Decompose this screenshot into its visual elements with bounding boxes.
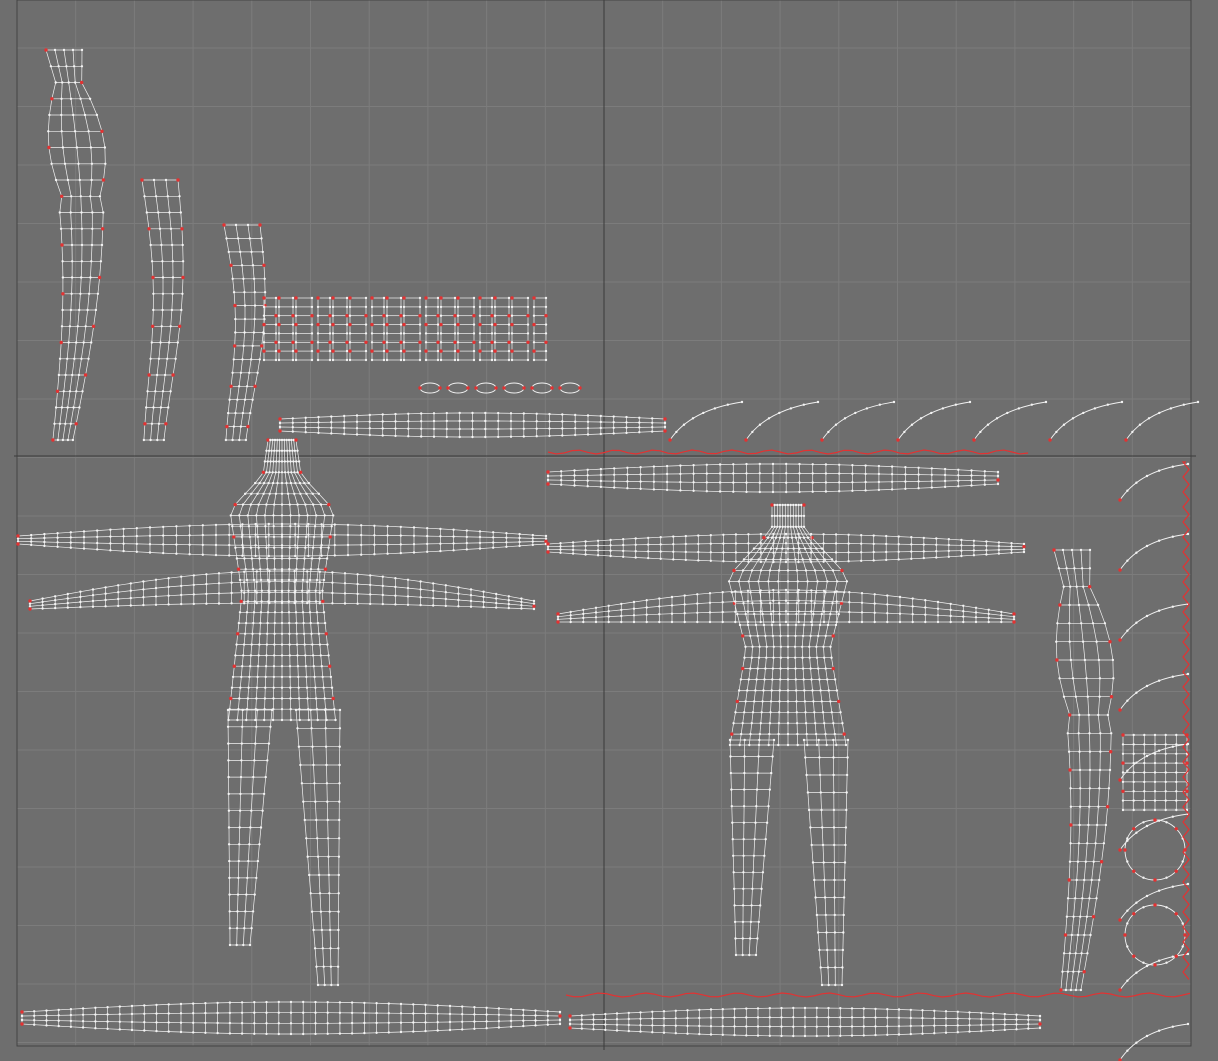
uv-shell-male-body-front[interactable] xyxy=(16,438,548,987)
uv-shell-female-body-front[interactable] xyxy=(546,503,1026,987)
uv-canvas[interactable] xyxy=(0,0,1218,1061)
uv-shell-leg-side-1[interactable] xyxy=(140,178,185,442)
uv-shell-leg-side-2[interactable] xyxy=(222,223,267,442)
uv-frame xyxy=(14,0,1196,1050)
uv-shell-upper-arms-strip[interactable] xyxy=(278,400,1200,494)
uv-shells[interactable] xyxy=(16,48,1200,1061)
uv-shell-right-edge-pieces[interactable] xyxy=(1118,461,1190,1061)
uv-editor-viewport[interactable] xyxy=(0,0,1218,1061)
